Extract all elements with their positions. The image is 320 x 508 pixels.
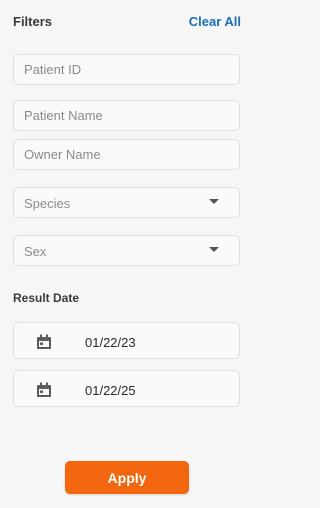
date-to-value[interactable]: 01/22/25 <box>85 383 136 398</box>
apply-button[interactable]: Apply <box>65 461 189 494</box>
patient-id-field[interactable] <box>13 54 240 85</box>
calendar-icon[interactable] <box>36 334 52 350</box>
patient-name-input[interactable] <box>14 101 239 130</box>
owner-name-input[interactable] <box>14 140 239 169</box>
species-select-label: Species <box>24 196 71 211</box>
chevron-down-icon <box>209 199 219 204</box>
filters-header: Filters Clear All <box>13 14 241 30</box>
patient-name-field[interactable] <box>13 100 240 131</box>
date-to-field[interactable]: 01/22/25 <box>13 370 240 407</box>
date-from-value[interactable]: 01/22/23 <box>85 335 136 350</box>
date-from-field[interactable]: 01/22/23 <box>13 322 240 359</box>
sex-select-label: Sex <box>24 244 47 259</box>
chevron-down-icon <box>209 247 219 252</box>
clear-all-link[interactable]: Clear All <box>189 14 241 29</box>
sex-select[interactable]: Sex <box>13 235 240 266</box>
calendar-icon[interactable] <box>36 382 52 398</box>
result-date-label: Result Date <box>13 291 80 305</box>
filters-panel: Filters Clear All Species Sex Result Dat… <box>0 0 252 508</box>
owner-name-field[interactable] <box>13 139 240 170</box>
filters-title: Filters <box>13 14 53 29</box>
species-select[interactable]: Species <box>13 187 240 218</box>
patient-id-input[interactable] <box>14 55 239 84</box>
